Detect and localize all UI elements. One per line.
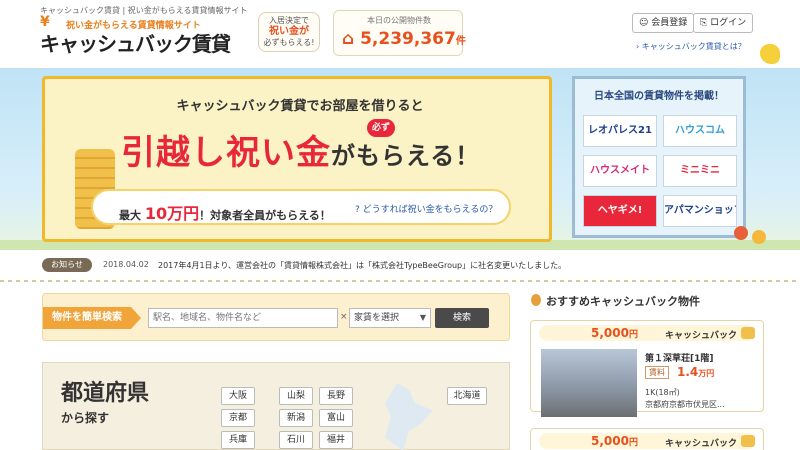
about-link[interactable]: › キャッシュバック賃貸とは？ xyxy=(636,41,746,52)
user-icon: ☺ xyxy=(639,18,652,28)
rent-unit: 万円 xyxy=(698,369,715,378)
pref-button-yamanashi[interactable]: 山梨 xyxy=(279,387,313,405)
search-input[interactable] xyxy=(148,308,338,328)
max-amount: 10万円 xyxy=(144,204,200,223)
max-amount-text: 最大 10万円！対象者全員がもらえる！ xyxy=(119,200,331,224)
cashback-amount: 5,000円 xyxy=(591,326,638,340)
cashback-amount-unit: 円 xyxy=(628,330,638,340)
partner-logo-housemate[interactable]: ハウスメイト xyxy=(583,155,657,187)
banner-strip: 最大 10万円！対象者全員がもらえる！ ? どうすれば祝い金をもらえるの？ xyxy=(91,189,511,225)
search-label-arrow xyxy=(131,307,141,329)
about-link-label: キャッシュバック賃貸とは？ xyxy=(641,42,746,51)
notice-date: 2018.04.02 xyxy=(103,260,149,269)
clear-icon[interactable]: × xyxy=(340,312,348,322)
partner-logo-housecom[interactable]: ハウスコム xyxy=(663,115,737,147)
partner-logo-leopalace[interactable]: レオパレス21 xyxy=(583,115,657,147)
prefecture-subheading: から探す xyxy=(61,411,110,425)
login-icon: ⎘ xyxy=(700,18,711,28)
pref-button-kyoto[interactable]: 京都 xyxy=(221,409,255,427)
cashback-amount-unit: 円 xyxy=(628,438,638,448)
rent-select[interactable]: 家賃を選択 ▼ xyxy=(349,308,431,328)
how-to-link[interactable]: ? どうすれば祝い金をもらえるの？ xyxy=(355,202,497,215)
banner-lead: キャッシュバック賃貸でお部屋を借りると xyxy=(176,99,424,114)
cashback-kind: キャッシュバック xyxy=(665,439,738,449)
bubble-line-3: 必ずもらえる! xyxy=(263,38,315,47)
pref-button-nagano[interactable]: 長野 xyxy=(319,387,353,405)
medal-icon xyxy=(531,294,541,306)
rent-value: 1.4万円 xyxy=(677,365,714,379)
pref-button-ishikawa[interactable]: 石川 xyxy=(279,431,313,449)
site-logo[interactable]: キャッシュバック賃貸 xyxy=(40,28,231,57)
prefecture-panel: 都道府県 から探す 大阪 京都 兵庫 山梨 新潟 石川 長野 富山 福井 北海道 xyxy=(42,362,510,450)
login-label: ログイン xyxy=(710,18,747,28)
breadcrumb: キャッシュバック賃貸 | 祝い金がもらえる賃貸情報サイト xyxy=(40,6,248,15)
partner-logo-apamanshop[interactable]: アパマンショップ xyxy=(663,195,737,227)
search-panel: 物件を簡単検索 × 家賃を選択 ▼ 検索 xyxy=(42,293,510,341)
counter-value-wrap: ⌂ 5,239,367件 xyxy=(342,29,466,49)
cashback-amount-value: 5,000 xyxy=(591,434,629,448)
register-button[interactable]: ☺ 会員登録 xyxy=(632,13,695,33)
divider xyxy=(0,280,800,282)
bubble-line-2: 祝い金が xyxy=(269,26,309,37)
pref-button-hyogo[interactable]: 兵庫 xyxy=(221,431,255,449)
partner-logos-panel: 日本全国の賃貸物件を掲載！ レオパレス21 ハウスコム ハウスメイト ミニミニ … xyxy=(572,76,746,238)
pref-button-osaka[interactable]: 大阪 xyxy=(221,387,255,405)
banner-title-main: 引越し祝い金 xyxy=(121,133,331,173)
how-to-label: どうすれば祝い金をもらえるの？ xyxy=(362,205,498,215)
max-prefix: 最大 xyxy=(119,209,141,222)
pref-button-toyama[interactable]: 富山 xyxy=(319,409,353,427)
cashback-amount: 5,000円 xyxy=(591,434,638,448)
search-button[interactable]: 検索 xyxy=(435,308,489,328)
property-card[interactable]: 5,000円 キャッシュバック 第１深草荘[1階] 賃料 1.4万円 1K(18… xyxy=(530,320,764,417)
banner-title-tail: がもらえる！ xyxy=(331,142,481,170)
pref-button-fukui[interactable]: 福井 xyxy=(319,431,353,449)
coin-icon xyxy=(741,435,755,447)
flower-icon xyxy=(734,226,748,240)
pref-button-hokkaido[interactable]: 北海道 xyxy=(447,387,487,405)
partner-logo-heyagime[interactable]: ヘヤギメ! xyxy=(583,195,657,227)
site-header: キャッシュバック賃貸 | 祝い金がもらえる賃貸情報サイト ¥ 祝い金がもらえる賃… xyxy=(0,0,800,68)
question-icon: ? xyxy=(355,205,363,215)
notice-text[interactable]: 2017年4月1日より、運営会社の「賃貸情報株式会社」は「株式会社TypeBee… xyxy=(158,260,566,271)
bubble-line-1: 入居決定で xyxy=(269,16,309,25)
house-icon: ⌂ xyxy=(342,29,361,49)
notice-tag: お知らせ xyxy=(42,258,92,272)
chevron-down-icon: ▼ xyxy=(419,313,426,322)
counter-unit: 件 xyxy=(455,36,466,47)
cashback-banner[interactable]: キャッシュバック賃貸でお部屋を借りると 必ず 引越し祝い金がもらえる！ 最大 1… xyxy=(42,76,552,242)
banner-title: 引越し祝い金がもらえる！ xyxy=(121,125,541,175)
counter-value: 5,239,367 xyxy=(360,29,456,49)
sidebar-title: おすすめキャッシュバック物件 xyxy=(546,295,700,308)
cashback-amount-value: 5,000 xyxy=(591,326,629,340)
flower-icon xyxy=(752,230,766,244)
search-label: 物件を簡単検索 xyxy=(43,307,131,329)
rent-label: 賃料 xyxy=(645,366,669,379)
notice-bar: お知らせ 2018.04.02 2017年4月1日より、運営会社の「賃貸情報株式… xyxy=(0,256,800,274)
rent-amount: 1.4 xyxy=(677,365,699,379)
counter-label: 本日の公開物件数 xyxy=(367,16,431,25)
register-label: 会員登録 xyxy=(651,18,688,28)
max-suffix: ！対象者全員がもらえる！ xyxy=(199,209,331,222)
partners-heading: 日本全国の賃貸物件を掲載！ xyxy=(594,91,724,102)
bird-mascot-icon xyxy=(760,44,780,64)
promo-bubble: 入居決定で 祝い金が 必ずもらえる! xyxy=(258,12,320,52)
pref-button-niigata[interactable]: 新潟 xyxy=(279,409,313,427)
property-address: 京都府京都市伏見区... xyxy=(645,400,725,409)
partner-logo-minimini[interactable]: ミニミニ xyxy=(663,155,737,187)
cashback-kind: キャッシュバック xyxy=(665,331,738,341)
property-layout: 1K(18㎡) xyxy=(645,388,680,397)
coin-icon xyxy=(741,327,755,339)
property-name[interactable]: 第１深草荘[1階] xyxy=(645,351,714,364)
hero-banner-area: キャッシュバック賃貸でお部屋を借りると 必ず 引越し祝い金がもらえる！ 最大 1… xyxy=(0,68,800,250)
property-photo[interactable] xyxy=(541,349,637,417)
login-button[interactable]: ⎘ ログイン xyxy=(693,13,754,33)
rent-select-value: 家賃を選択 xyxy=(354,313,400,323)
property-counter: 本日の公開物件数 ⌂ 5,239,367件 xyxy=(333,10,466,56)
property-card[interactable]: 5,000円 キャッシュバック xyxy=(530,428,764,450)
japan-map-icon xyxy=(385,383,433,450)
prefecture-heading: 都道府県 xyxy=(61,381,150,406)
